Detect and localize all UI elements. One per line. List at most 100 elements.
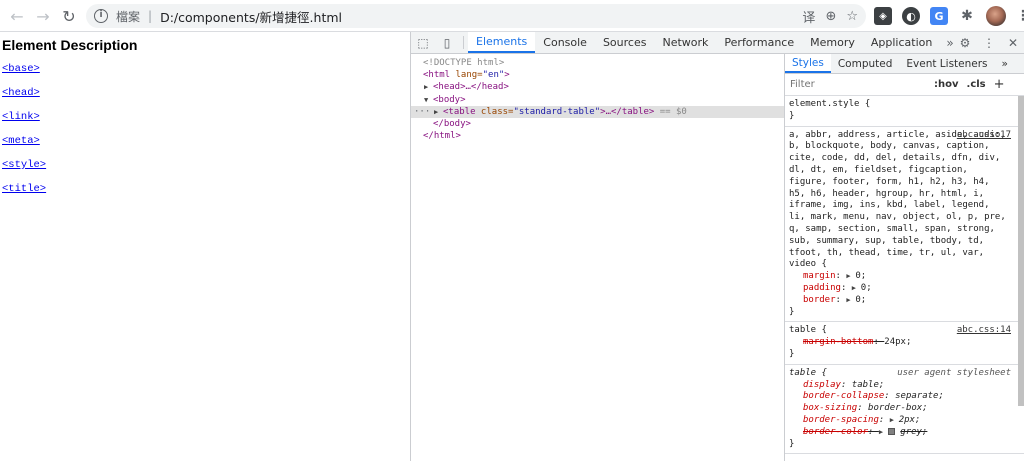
extensions-area: ◈ ◐ G ✱ ⋮ — [874, 6, 1024, 26]
styles-filter-row: :hov .cls + — [785, 74, 1024, 96]
puzzle-icon[interactable]: ✱ — [958, 7, 976, 25]
expand-triangle-icon[interactable]: ▶ — [434, 106, 443, 118]
expand-triangle-icon[interactable]: ▶ — [846, 271, 855, 283]
scheme-label: 檔案 — [116, 9, 141, 24]
dark-mode-extension-icon[interactable]: ◐ — [902, 7, 920, 25]
devtools-panel: ⬚ ▯ Elements Console Sources Network Per… — [410, 32, 1024, 461]
color-swatch[interactable] — [887, 427, 895, 435]
back-arrow-icon: ← — [10, 6, 24, 26]
expand-triangle-icon[interactable]: ▶ — [890, 415, 899, 427]
inspect-element-icon[interactable]: ⬚ — [411, 32, 435, 53]
zoom-icon[interactable]: ⊕ — [825, 9, 836, 24]
forward-arrow-icon: → — [36, 6, 50, 26]
styles-filter-input[interactable] — [790, 77, 926, 92]
tree-node-doctype[interactable]: <!DOCTYPE html> — [411, 57, 784, 69]
styles-more-icon[interactable]: » — [995, 54, 1015, 73]
link-meta[interactable]: <meta> — [2, 135, 40, 147]
tab-console[interactable]: Console — [535, 32, 595, 53]
devtools-tabbar: ⬚ ▯ Elements Console Sources Network Per… — [411, 32, 1024, 54]
declaration[interactable]: border-spacing: ▶ 2px; — [789, 415, 1021, 427]
tab-performance[interactable]: Performance — [716, 32, 802, 53]
translate-icon[interactable]: 译 — [802, 7, 815, 26]
tree-node-html[interactable]: <html lang="en"> — [411, 69, 784, 81]
link-style[interactable]: <style> — [2, 159, 46, 171]
address-bar[interactable]: i 檔案 | D:/components/新增捷徑.html 译 ⊕ ☆ — [86, 4, 866, 28]
info-icon[interactable]: i — [94, 9, 108, 23]
node-actions-icon[interactable]: ··· — [414, 106, 430, 118]
shield-extension-icon[interactable]: ◈ — [874, 7, 892, 25]
reload-icon: ↻ — [62, 6, 76, 26]
declaration-overridden[interactable]: border-color: ▶ grey; — [789, 427, 1021, 439]
expand-triangle-icon[interactable]: ▶ — [852, 283, 861, 295]
rule-selector: a, abbr, address, article, aside, audio,… — [789, 129, 1012, 270]
link-head[interactable]: <head> — [2, 87, 40, 99]
tab-network[interactable]: Network — [654, 32, 716, 53]
declaration[interactable]: border: ▶ 0; — [789, 295, 1021, 307]
forward-button[interactable]: → — [30, 3, 56, 29]
link-title[interactable]: <title> — [2, 183, 46, 195]
hov-toggle[interactable]: :hov — [934, 79, 959, 90]
tab-sources[interactable]: Sources — [595, 32, 655, 53]
omnibox-actions: 译 ⊕ ☆ — [802, 4, 858, 28]
tree-node-head[interactable]: ▶ <head>…</head> — [411, 81, 784, 93]
rule-close-brace: } — [789, 348, 795, 359]
expand-triangle-icon[interactable]: ▶ — [846, 295, 855, 307]
rule-source-link[interactable]: abc.css:14 — [957, 325, 1011, 337]
declaration[interactable]: margin: ▶ 0; — [789, 271, 1021, 283]
styles-pane: Styles Computed Event Listeners » :hov .… — [784, 54, 1024, 461]
rule-close-brace: } — [789, 306, 795, 317]
rule-reset[interactable]: abc.css:17 a, abbr, address, article, as… — [785, 127, 1024, 323]
rule-close-brace: } — [789, 438, 795, 449]
reload-button[interactable]: ↻ — [56, 3, 82, 29]
rule-table-abc[interactable]: abc.css:14 table { margin-bottom: 24px; … — [785, 322, 1024, 365]
expand-triangle-icon[interactable]: ▶ — [879, 427, 888, 439]
declaration-overridden[interactable]: margin-bottom: 24px; — [789, 337, 1021, 349]
link-link[interactable]: <link> — [2, 111, 40, 123]
rule-source-link[interactable]: abc.css:17 — [957, 130, 1011, 142]
style-rules: element.style { } abc.css:17 a, abbr, ad… — [785, 96, 1024, 455]
browser-menu-icon[interactable]: ⋮ — [1016, 8, 1024, 24]
bookmark-star-icon[interactable]: ☆ — [846, 9, 858, 24]
browser-toolbar: ← → ↻ i 檔案 | D:/components/新增捷徑.html 译 ⊕… — [0, 0, 1024, 32]
link-base[interactable]: <base> — [2, 63, 40, 75]
element-style-selector: element.style { — [789, 99, 871, 109]
devtools-actions: ⚙ ⋮ ✕ — [953, 32, 1024, 54]
url-text[interactable]: D:/components/新增捷徑.html — [160, 7, 342, 26]
back-button[interactable]: ← — [4, 3, 30, 29]
collapse-triangle-icon[interactable]: ▼ — [424, 94, 433, 106]
tree-node-body-close[interactable]: </body> — [411, 118, 784, 130]
cls-toggle[interactable]: .cls — [967, 79, 986, 90]
close-devtools-icon[interactable]: ✕ — [1001, 36, 1024, 50]
scheme-separator: | — [148, 9, 153, 23]
new-rule-icon[interactable]: + — [994, 77, 1005, 92]
devtools-menu-icon[interactable]: ⋮ — [977, 36, 1001, 50]
tab-computed[interactable]: Computed — [831, 54, 900, 73]
tree-node-html-close[interactable]: </html> — [411, 130, 784, 142]
tree-node-body[interactable]: ▼ <body> — [411, 94, 784, 106]
declaration[interactable]: box-sizing: border-box; — [789, 403, 1021, 415]
tab-elements[interactable]: Elements — [468, 32, 536, 53]
dom-tree: <!DOCTYPE html> <html lang="en"> ▶ <head>… — [411, 54, 784, 461]
declaration[interactable]: display: table; — [789, 380, 1021, 392]
toolbar-divider — [463, 36, 464, 49]
declaration[interactable]: border-collapse: separate; — [789, 391, 1021, 403]
rule-table-user-agent[interactable]: user agent stylesheet table { display: t… — [785, 365, 1024, 455]
header-description: Description — [60, 37, 138, 53]
device-toolbar-icon[interactable]: ▯ — [435, 32, 459, 53]
tab-application[interactable]: Application — [863, 32, 940, 53]
declaration[interactable]: padding: ▶ 0; — [789, 283, 1021, 295]
header-element: Element — [2, 37, 57, 53]
tab-memory[interactable]: Memory — [802, 32, 863, 53]
profile-avatar[interactable] — [986, 6, 1006, 26]
styles-tabbar: Styles Computed Event Listeners » — [785, 54, 1024, 74]
translate-extension-icon[interactable]: G — [930, 7, 948, 25]
expand-triangle-icon[interactable]: ▶ — [424, 81, 433, 93]
styles-scrollbar[interactable] — [1018, 96, 1024, 406]
tab-styles[interactable]: Styles — [785, 54, 831, 73]
rule-close-brace: } — [789, 110, 795, 121]
tab-event-listeners[interactable]: Event Listeners — [899, 54, 994, 73]
rule-source-label: user agent stylesheet — [897, 367, 1011, 378]
rule-element-style[interactable]: element.style { } — [785, 96, 1024, 127]
tree-node-table-selected[interactable]: ··· ▶ <table class="standard-table">…</ta… — [411, 105, 784, 118]
settings-gear-icon[interactable]: ⚙ — [953, 36, 977, 50]
